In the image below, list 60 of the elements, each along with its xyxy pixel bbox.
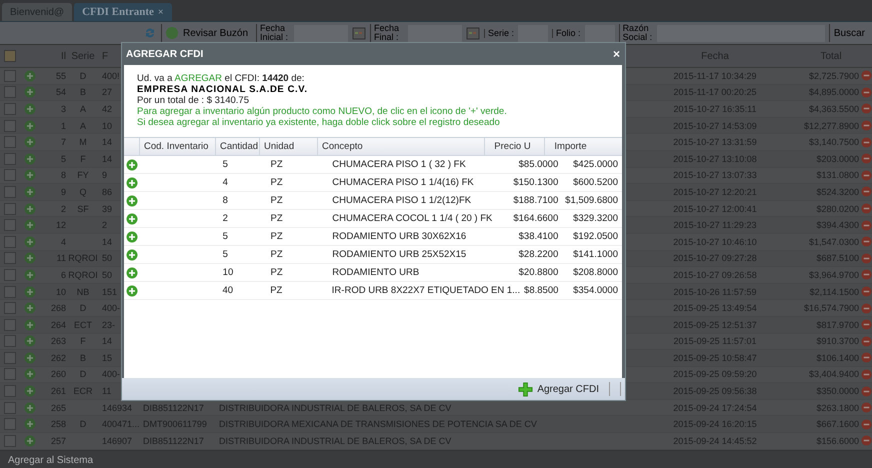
tab[interactable]: CFDI Entrante × <box>74 3 172 21</box>
table-cell: PZ <box>270 285 282 296</box>
table-cell: 4 <box>222 177 228 188</box>
table-cell: $8.8500 <box>524 285 558 296</box>
table-cell: $188.7100 <box>513 195 558 206</box>
table-cell: PZ <box>270 159 283 170</box>
close-icon[interactable]: × <box>612 47 620 61</box>
table-cell: IR-ROD URB 8X22X7 ETIQUETADO EN 1... <box>332 285 520 296</box>
table-cell: 10 <box>222 267 234 278</box>
table-cell: PZ <box>270 213 283 224</box>
folio-label: Folio : <box>552 28 581 38</box>
table-cell: 2 <box>222 213 228 224</box>
table-cell: $20.8800 <box>518 267 558 278</box>
table-cell: CHUMACERA COCOL 1 1/4 ( 20 ) FK <box>332 213 492 224</box>
table-cell: $150.1300 <box>513 177 558 188</box>
table-cell: RODAMIENTO URB <box>332 267 420 278</box>
table-cell: $600.5200 <box>573 177 618 188</box>
table-cell: PZ <box>270 267 283 278</box>
column-header[interactable]: Precio U <box>484 138 544 155</box>
hint-text: Si desea agregar al inventario ya existente, haga doble click sobre el registro deseado <box>137 117 501 128</box>
column-header[interactable]: Importe <box>544 138 600 155</box>
hint-text: Para agregar a inventario algún producto como NUEVO, de clic en el icono de '+' verde. <box>137 106 508 117</box>
table-cell: CHUMACERA PISO 1 ( 32 ) FK <box>332 159 466 170</box>
table-cell: 40 <box>222 285 234 296</box>
status-text: Agregar al Sistema <box>8 455 94 466</box>
close-tab-icon[interactable]: × <box>158 6 164 18</box>
serie-label: Serie : <box>484 28 514 38</box>
table-cell: CHUMACERA PISO 1 1/2(12)FK <box>332 195 472 206</box>
table-cell: PZ <box>270 177 283 188</box>
search-button[interactable]: Buscar <box>828 24 869 42</box>
table-cell: RODAMIENTO URB 30X62X16 <box>332 231 466 242</box>
table-cell: $208.8000 <box>573 267 618 278</box>
table-cell: PZ <box>270 249 283 260</box>
dialog-title: AGREGAR CFDI <box>126 48 204 60</box>
column-header[interactable]: Unidad <box>259 138 317 155</box>
table-cell: 5 <box>222 231 228 242</box>
table-cell: PZ <box>270 195 283 206</box>
table-cell: $1,509.6800 <box>565 195 618 206</box>
column-header[interactable]: Cod. Inventario <box>139 138 215 155</box>
company-name: EMPRESA NACIONAL S.A.DE C.V. <box>137 84 309 95</box>
table-cell: 8 <box>222 195 228 206</box>
table-cell: 5 <box>222 159 228 170</box>
table-cell: $329.3200 <box>573 213 618 224</box>
total-line: Por un total de : $ 3140.75 <box>137 95 250 106</box>
table-cell: RODAMIENTO URB 25X52X15 <box>332 249 466 260</box>
table-cell: $425.0000 <box>573 159 618 170</box>
table-cell: $354.0000 <box>573 285 618 296</box>
table-cell: 5 <box>222 249 228 260</box>
table-cell: $164.6600 <box>513 213 558 224</box>
table-cell: $141.1000 <box>573 249 618 260</box>
table-cell: $85.0000 <box>518 159 558 170</box>
table-cell: $192.0500 <box>573 231 618 242</box>
column-header[interactable]: Cantidad <box>215 138 259 155</box>
table-cell: PZ <box>270 231 283 242</box>
table-cell: CHUMACERA PISO 1 1/4(16) FK <box>332 177 474 188</box>
table-cell: $38.4100 <box>518 231 558 242</box>
table-cell: $28.2200 <box>518 249 558 260</box>
add-cfdi-button[interactable]: Agregar CFDI <box>514 382 603 396</box>
intro-line: Ud. va a AGREGAR el CFDI: 14420 de: <box>137 73 306 84</box>
column-header[interactable]: Concepto <box>317 138 484 155</box>
